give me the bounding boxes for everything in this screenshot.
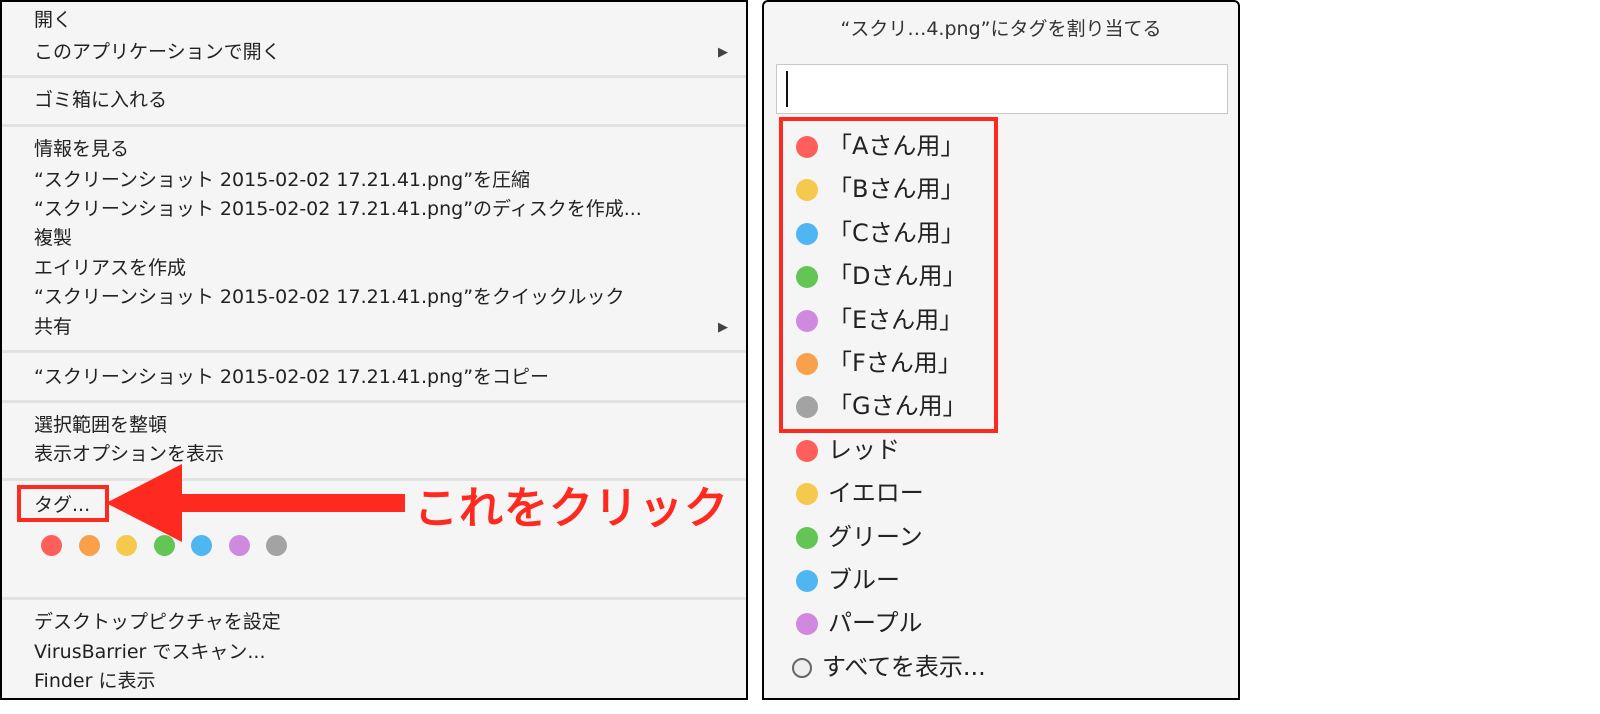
tag-color-dot xyxy=(796,570,818,592)
context-menu: 開くこのアプリケーションで開く ▶ ゴミ箱に入れる 情報を見る “スクリーンショット 2… xyxy=(0,0,748,700)
menu-item[interactable]: 開く xyxy=(34,7,72,33)
menu-item[interactable]: エイリアスを作成 xyxy=(34,255,186,281)
menu-item[interactable]: このアプリケーションで開く xyxy=(34,39,281,65)
menu-item[interactable]: “スクリーンショット 2015-02-02 17.21.41.png”を圧縮 xyxy=(34,167,530,193)
menu-item[interactable]: “スクリーンショット 2015-02-02 17.21.41.png”のディスク… xyxy=(34,196,642,222)
show-all-item[interactable]: すべてを表示... xyxy=(792,652,986,682)
submenu-arrow-icon: ▶ xyxy=(718,320,728,335)
tag-label: ブルー xyxy=(828,566,900,594)
tag-color-dot[interactable] xyxy=(41,535,62,556)
menu-separator xyxy=(2,597,746,600)
tag-label: レッド xyxy=(828,435,900,464)
highlight-box xyxy=(779,117,998,433)
menu-item[interactable]: 共有 xyxy=(34,314,72,340)
menu-item[interactable]: デスクトップピクチャを設定 xyxy=(34,609,281,635)
tag-list-item[interactable]: グリーン xyxy=(796,522,923,552)
annotation-arrow-icon xyxy=(106,464,405,542)
highlight-box xyxy=(17,485,109,522)
tag-color-dot xyxy=(796,526,818,549)
menu-separator xyxy=(2,350,746,353)
tag-color-dot xyxy=(796,613,818,636)
menu-separator xyxy=(2,75,746,78)
tag-list-item[interactable]: ブルー xyxy=(796,565,900,595)
submenu-arrow-icon: ▶ xyxy=(718,45,728,60)
tag-label: パープル xyxy=(828,609,923,638)
annotation-text: これをクリック xyxy=(414,483,729,534)
tag-color-dot[interactable] xyxy=(78,535,100,556)
menu-separator xyxy=(2,124,746,127)
menu-item[interactable]: ゴミ箱に入れる xyxy=(34,87,167,113)
tag-color-dot xyxy=(796,439,818,462)
menu-item[interactable]: “スクリーンショット 2015-02-02 17.21.41.png”をコピー xyxy=(34,364,549,390)
show-all-label: すべてを表示... xyxy=(822,652,986,681)
tag-label: イエロー xyxy=(828,479,924,508)
menu-item[interactable]: 情報を見る xyxy=(34,136,129,162)
tag-list-item[interactable]: レッド xyxy=(796,435,900,465)
tag-list-item[interactable]: イエロー xyxy=(796,478,924,508)
tag-list-item[interactable]: パープル xyxy=(796,608,923,638)
menu-item[interactable]: 選択範囲を整頓 xyxy=(34,412,167,438)
text-caret xyxy=(786,71,788,107)
show-all-icon xyxy=(792,657,812,678)
menu-item[interactable]: VirusBarrier でスキャン... xyxy=(34,639,266,665)
menu-item[interactable]: Finder に表示 xyxy=(34,668,155,694)
tag-dialog-title: “スクリ…4.png”にタグを割り当てる xyxy=(840,18,1162,40)
tag-input[interactable] xyxy=(776,64,1228,114)
tag-color-dot xyxy=(796,483,818,506)
tag-label: グリーン xyxy=(828,522,923,551)
menu-item[interactable]: 複製 xyxy=(34,225,72,251)
menu-separator xyxy=(2,400,746,403)
menu-item[interactable]: “スクリーンショット 2015-02-02 17.21.41.png”をクイック… xyxy=(34,284,624,310)
